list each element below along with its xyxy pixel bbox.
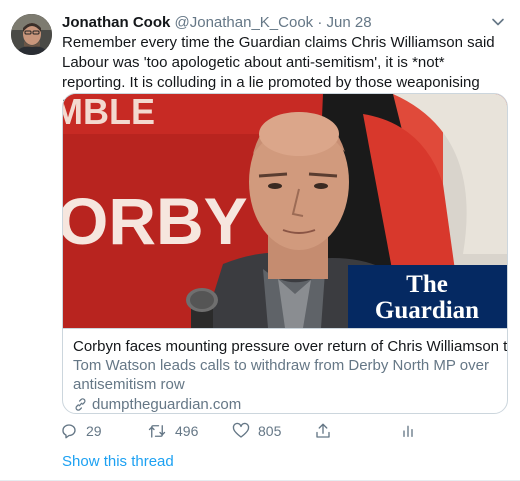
card-body: Corbyn faces mounting pressure over retu… — [63, 328, 508, 413]
retweet-button[interactable]: 496 — [147, 422, 198, 440]
reply-button[interactable]: 29 — [60, 422, 102, 440]
like-button[interactable]: 805 — [232, 422, 281, 440]
banner-text-top: MBLE — [63, 94, 155, 132]
card-description: Tom Watson leads calls to withdraw from … — [73, 357, 489, 393]
author-handle[interactable]: @Jonathan_K_Cook — [175, 14, 314, 31]
tweet-header: Jonathan Cook @Jonathan_K_Cook · Jun 28 — [62, 13, 372, 33]
show-thread-link[interactable]: Show this thread — [62, 453, 174, 470]
analytics-icon — [403, 425, 413, 437]
reply-icon — [62, 424, 76, 439]
banner-text-main: ORBY — [63, 184, 248, 258]
retweet-count: 496 — [175, 423, 199, 439]
avatar[interactable] — [11, 14, 52, 55]
avatar-image — [11, 14, 52, 55]
card-title: Corbyn faces mounting pressure over retu… — [73, 338, 508, 355]
share-icon — [316, 423, 330, 438]
card-domain-text: dumptheguardian.com — [92, 396, 242, 413]
card-photo: MBLE ORBY The Guardian — [63, 94, 507, 328]
tweet-actions: 29 496 805 — [60, 422, 420, 444]
like-count: 805 — [258, 423, 282, 439]
separator-dot: · — [317, 14, 323, 31]
card-domain: dumptheguardian.com — [73, 395, 497, 413]
share-button[interactable] — [314, 422, 332, 440]
guardian-logo-line1: The — [406, 271, 448, 298]
timestamp[interactable]: Jun 28 — [327, 14, 372, 31]
analytics-button[interactable] — [400, 422, 416, 440]
guardian-logo-line2: Guardian — [375, 297, 479, 324]
retweet-icon — [148, 425, 166, 438]
reply-count: 29 — [86, 423, 102, 439]
link-card[interactable]: MBLE ORBY The Guardian Corbyn faces moun… — [62, 93, 508, 414]
tweet[interactable]: Jonathan Cook @Jonathan_K_Cook · Jun 28 … — [0, 0, 520, 481]
link-icon — [75, 398, 86, 411]
author-name[interactable]: Jonathan Cook — [62, 14, 170, 31]
chevron-down-icon[interactable] — [490, 14, 506, 30]
heart-icon — [232, 422, 250, 438]
card-image: MBLE ORBY The Guardian — [63, 94, 507, 328]
